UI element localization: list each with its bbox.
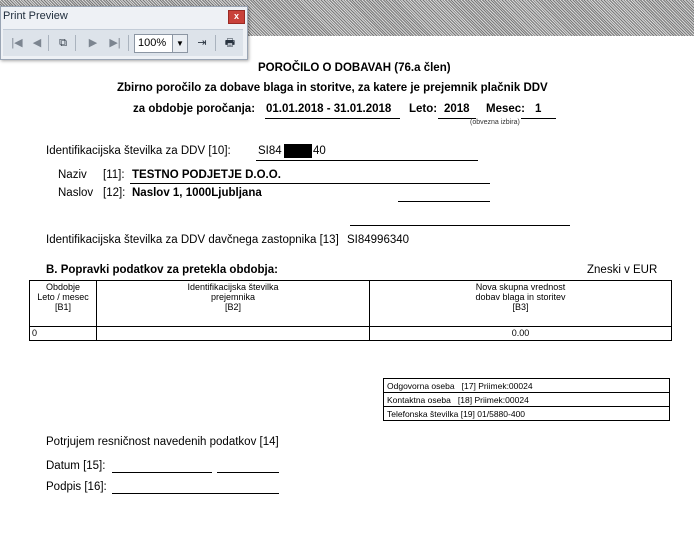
sign-line <box>112 493 279 494</box>
header-b1: Obdobje Leto / mesec [B1] <box>29 280 97 327</box>
window-title: Print Preview <box>3 10 68 22</box>
address-label: Naslov <box>58 187 94 199</box>
zoom-value: 100% <box>138 37 167 49</box>
month-label: Mesec: <box>486 103 525 115</box>
section-b-title: B. Popravki podatkov za pretekla obdobja… <box>46 264 278 276</box>
currency-note: Zneski v EUR <box>587 264 658 276</box>
cell-recipient <box>96 326 370 341</box>
vat-id-prefix: SI84 <box>258 145 282 157</box>
print-preview-window: Print Preview x |◀ ◀ ⧉ ▶ ▶| 100% ▼ ⇥ 🖶 <box>0 6 248 60</box>
vat-id-suffix: 40 <box>313 145 326 157</box>
year-label: Leto: <box>409 103 438 115</box>
month-value: 1 <box>535 103 542 115</box>
first-page-icon[interactable]: |◀ <box>9 35 25 51</box>
report-subtitle: Zbirno poročilo za dobave blaga in stori… <box>117 82 548 94</box>
name-code: [11]: <box>103 169 125 181</box>
month-note: (obvezna izbira) <box>470 119 520 126</box>
name-value: TESTNO PODJETJE D.O.O. <box>132 169 281 181</box>
report-title: POROČILO O DOBAVAH (76.a člen) <box>258 62 451 74</box>
contact-row: Telefonska številka [19] 01/5880-400 <box>383 406 670 421</box>
contact-row: Odgovorna oseba [17] Priimek:00024 <box>383 378 670 393</box>
period-label: za obdobje poročanja: <box>133 103 256 115</box>
name-label: Naziv <box>58 169 87 181</box>
header-b3: Nova skupna vrednost dobav blaga in stori… <box>369 280 672 327</box>
contacts-table: Odgovorna oseba [17] Priimek:00024 Konta… <box>383 378 670 421</box>
corrections-table: Obdobje Leto / mesec [B1] Identifikacijska… <box>29 280 672 341</box>
year-value: 2018 <box>444 103 470 115</box>
date-line-2 <box>217 472 279 473</box>
cell-period: 0 <box>29 326 97 341</box>
rep-vat-label: Identifikacijska številka za DDV davčneg… <box>46 234 339 246</box>
last-page-icon[interactable]: ▶| <box>107 35 123 51</box>
header-b2: Identifikacijska številka prejemnika [B2] <box>96 280 370 327</box>
address-value: Naslov 1, 1000Ljubljana <box>132 187 262 199</box>
redaction-block <box>284 144 312 158</box>
rep-vat-value: SI84996340 <box>347 234 410 246</box>
zoom-dropdown-icon[interactable]: ▼ <box>172 35 187 52</box>
preview-toolbar: |◀ ◀ ⧉ ▶ ▶| 100% ▼ ⇥ 🖶 <box>3 29 243 56</box>
close-button[interactable]: x <box>228 10 245 24</box>
confirm-text: Potrjujem resničnost navedenih podatkov … <box>46 436 279 448</box>
copy-icon[interactable]: ⧉ <box>55 35 71 51</box>
next-page-icon[interactable]: ▶ <box>85 35 101 51</box>
date-line <box>112 472 212 473</box>
table-header-row: Obdobje Leto / mesec [B1] Identifikacijska… <box>29 280 672 327</box>
exit-icon[interactable]: ⇥ <box>194 35 210 51</box>
zoom-select[interactable]: 100% ▼ <box>134 34 188 53</box>
print-icon[interactable]: 🖶 <box>222 35 238 51</box>
cell-value: 0.00 <box>369 326 672 341</box>
prev-page-icon[interactable]: ◀ <box>29 35 45 51</box>
vat-id-label: Identifikacijska številka za DDV [10]: <box>46 145 231 157</box>
period-value: 01.01.2018 - 31.01.2018 <box>266 103 392 115</box>
contact-row: Kontaktna oseba [18] Priimek:00024 <box>383 392 670 407</box>
address-code: [12]: <box>103 187 126 199</box>
date-label: Datum [15]: <box>46 460 106 472</box>
table-row: 0 0.00 <box>29 326 672 341</box>
sign-label: Podpis [16]: <box>46 481 107 493</box>
